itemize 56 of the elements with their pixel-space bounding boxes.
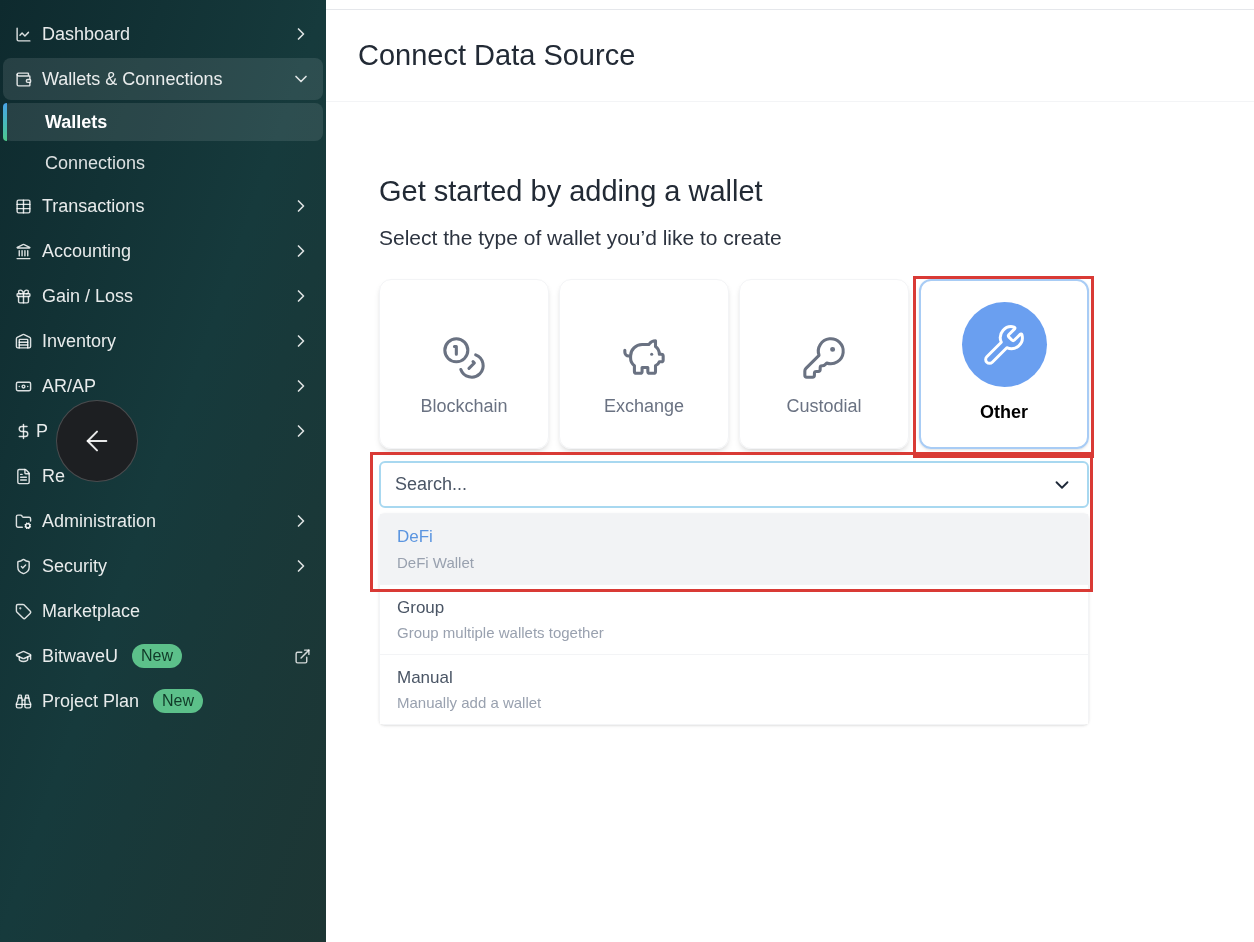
sidebar-item[interactable]: Gain / Loss xyxy=(3,275,323,317)
sidebar-item[interactable]: Accounting xyxy=(3,230,323,272)
sidebar-item[interactable]: Transactions xyxy=(3,185,323,227)
sidebar-subitem[interactable]: Connections xyxy=(3,144,323,182)
wallet-type-card[interactable]: Other xyxy=(919,279,1089,449)
sidebar-label: Re xyxy=(42,464,65,488)
sidebar-item[interactable]: Security xyxy=(3,545,323,587)
document-icon xyxy=(15,467,32,485)
binoculars-icon xyxy=(15,692,32,710)
folder-icon xyxy=(15,512,32,530)
sidebar-label: Marketplace xyxy=(42,599,141,623)
sidebar-label: P xyxy=(36,419,48,443)
wallet-icon xyxy=(15,70,32,88)
new-badge: New xyxy=(153,689,204,713)
sidebar-label: Administration xyxy=(42,509,157,533)
wallet-type-card[interactable]: Blockchain xyxy=(379,279,549,449)
new-badge: New xyxy=(132,644,183,668)
sidebar-subitem[interactable]: Wallets xyxy=(3,103,323,141)
search-input[interactable]: Search... xyxy=(395,471,1051,498)
key-icon xyxy=(801,334,847,381)
table-icon xyxy=(15,197,32,215)
sidebar-label: Gain / Loss xyxy=(42,284,134,308)
sidebar-item[interactable]: Wallets & Connections xyxy=(3,58,323,100)
sidebar-item[interactable]: Re xyxy=(3,455,323,497)
wallet-type-card[interactable]: Custodial xyxy=(739,279,909,449)
chart-icon xyxy=(15,25,32,43)
sidebar-label: Wallets & Connections xyxy=(42,67,223,91)
dropdown-option[interactable]: Manual Manually add a wallet xyxy=(380,654,1088,724)
gift-icon xyxy=(15,287,32,305)
dropdown-option[interactable]: Group Group multiple wallets together xyxy=(380,584,1088,654)
sidebar-label: BitwaveU xyxy=(42,644,119,668)
sidebar-item[interactable]: Administration xyxy=(3,500,323,542)
sidebar-item[interactable]: BitwaveU New xyxy=(3,635,323,677)
sidebar-item[interactable]: Inventory xyxy=(3,320,323,362)
heading: Get started by adding a wallet xyxy=(379,174,764,209)
sidebar-label: Accounting xyxy=(42,239,132,263)
external-link-icon[interactable] xyxy=(294,647,311,665)
sidebar-item[interactable]: Dashboard xyxy=(3,13,323,55)
sidebar-item[interactable]: Marketplace xyxy=(3,590,323,632)
sidebar-item[interactable]: Project Plan New xyxy=(3,680,323,722)
page-title: Connect Data Source xyxy=(358,37,636,73)
bank-icon xyxy=(15,242,32,260)
sidebar-label: AR/AP xyxy=(42,374,97,398)
sidebar-label: Transactions xyxy=(42,194,145,218)
sidebar-label: Project Plan xyxy=(42,689,140,713)
coin-icon xyxy=(441,334,487,381)
sidebar-label: Dashboard xyxy=(42,22,131,46)
subheading: Select the type of wallet you’d like to create xyxy=(379,224,783,251)
warehouse-icon xyxy=(15,332,32,350)
sidebar-label: Inventory xyxy=(42,329,117,353)
wallet-type-card[interactable]: Exchange xyxy=(559,279,729,449)
search-field[interactable]: Search... xyxy=(379,461,1089,508)
tag-icon xyxy=(15,602,32,620)
shield-icon xyxy=(15,557,32,575)
sidebar-label: Security xyxy=(42,554,108,578)
sidebar-item[interactable]: AR/AP xyxy=(3,365,323,407)
